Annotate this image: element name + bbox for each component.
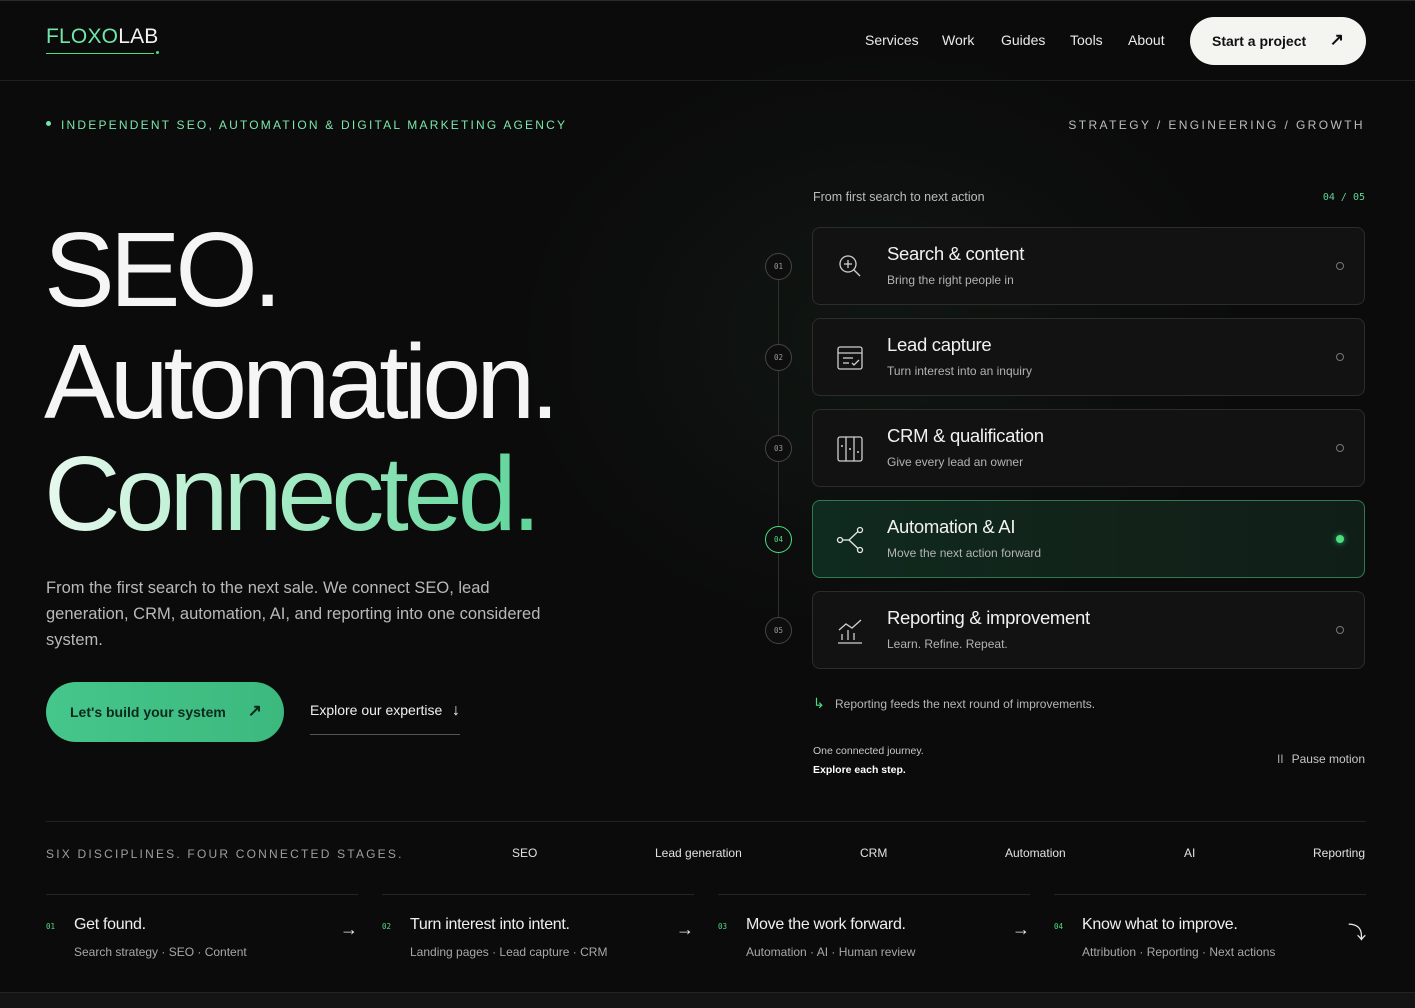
stage-number: 04 bbox=[1054, 922, 1064, 931]
loop-arrow-icon: ⤵ bbox=[1348, 923, 1366, 943]
step-card-automation-ai[interactable]: Automation & AI Move the next action for… bbox=[812, 500, 1365, 578]
journey-note: One connected journey. bbox=[813, 745, 924, 757]
arrow-up-right-icon: ↗ bbox=[1329, 30, 1344, 49]
branch-nodes-icon bbox=[836, 526, 864, 554]
nav-about[interactable]: About bbox=[1128, 32, 1165, 48]
status-dot bbox=[1336, 262, 1344, 270]
stage-title: Get found. bbox=[74, 916, 146, 933]
step-title: Reporting & improvement bbox=[887, 607, 1090, 628]
logo[interactable]: FLOXOLAB bbox=[46, 25, 159, 54]
step-card-crm[interactable]: CRM & qualification Give every lead an o… bbox=[812, 409, 1365, 487]
start-project-button[interactable]: Start a project ↗ bbox=[1190, 17, 1366, 65]
logo-part-a: FLOXO bbox=[46, 25, 119, 48]
arrow-up-right-icon: ↗ bbox=[247, 701, 262, 720]
stage-turn-interest[interactable]: 02 Turn interest into intent. Landing pa… bbox=[382, 894, 694, 964]
nav-tools[interactable]: Tools bbox=[1070, 32, 1103, 48]
step-title: Search & content bbox=[887, 243, 1025, 264]
hero-line-2: Automation. bbox=[44, 323, 560, 441]
stage-subtitle: Landing pages · Lead capture · CRM bbox=[410, 945, 608, 959]
stage-title: Know what to improve. bbox=[1082, 916, 1238, 933]
discipline-lead-generation[interactable]: Lead generation bbox=[655, 846, 742, 860]
site-header: FLOXOLAB Services Work Guides Tools Abou… bbox=[0, 1, 1415, 81]
step-title: Automation & AI bbox=[887, 516, 1016, 537]
nav-guides[interactable]: Guides bbox=[1001, 32, 1045, 48]
disciplines-title: SIX DISCIPLINES. FOUR CONNECTED STAGES. bbox=[46, 847, 404, 861]
status-dot bbox=[1336, 353, 1344, 361]
discipline-ai[interactable]: AI bbox=[1184, 846, 1195, 860]
discipline-seo[interactable]: SEO bbox=[512, 846, 537, 860]
stage-number: 02 bbox=[382, 922, 392, 931]
footer-edge bbox=[0, 992, 1415, 1008]
step-node-04[interactable]: 04 bbox=[765, 526, 792, 553]
form-check-icon bbox=[837, 346, 863, 370]
discipline-automation[interactable]: Automation bbox=[1005, 846, 1066, 860]
chart-trend-icon bbox=[838, 619, 862, 644]
explore-expertise-label: Explore our expertise bbox=[310, 702, 443, 718]
hero-line-3: Connected. bbox=[44, 435, 541, 553]
logo-underline bbox=[46, 53, 154, 54]
logo-part-b: LAB bbox=[118, 25, 159, 48]
stage-subtitle: Attribution · Reporting · Next actions bbox=[1082, 945, 1276, 959]
feedback-note: ↳ Reporting feeds the next round of impro… bbox=[813, 695, 1095, 712]
step-node-05[interactable]: 05 bbox=[765, 617, 792, 644]
step-title: Lead capture bbox=[887, 334, 992, 355]
feedback-text: Reporting feeds the next round of improv… bbox=[835, 697, 1096, 711]
nav-services[interactable]: Services bbox=[865, 32, 919, 48]
step-card-lead-capture[interactable]: Lead capture Turn interest into an inqui… bbox=[812, 318, 1365, 396]
section-divider bbox=[46, 821, 1366, 822]
step-node-02[interactable]: 02 bbox=[765, 344, 792, 371]
step-node-03[interactable]: 03 bbox=[765, 435, 792, 462]
search-plus-icon bbox=[839, 255, 861, 277]
arrow-right-icon: → bbox=[676, 919, 694, 939]
bullet-dot-icon bbox=[46, 121, 51, 127]
step-subtitle: Learn. Refine. Repeat. bbox=[887, 637, 1008, 651]
stage-title: Turn interest into intent. bbox=[410, 916, 570, 933]
step-card-reporting[interactable]: Reporting & improvement Learn. Refine. R… bbox=[812, 591, 1365, 669]
stage-get-found[interactable]: 01 Get found. Search strategy · SEO · Co… bbox=[46, 894, 358, 964]
status-dot-active bbox=[1336, 535, 1344, 543]
discipline-reporting[interactable]: Reporting bbox=[1313, 846, 1365, 860]
return-arrow-icon: ↳ bbox=[813, 695, 825, 711]
stage-move-work[interactable]: 03 Move the work forward. Automation · A… bbox=[718, 894, 1030, 964]
journey-explore-note: Explore each step. bbox=[813, 764, 906, 776]
eyebrow-text: INDEPENDENT SEO, AUTOMATION & DIGITAL MA… bbox=[61, 118, 568, 132]
status-dot bbox=[1336, 444, 1344, 452]
step-subtitle: Give every lead an owner bbox=[887, 455, 1024, 469]
nav-work[interactable]: Work bbox=[942, 32, 974, 48]
start-project-label: Start a project bbox=[1212, 33, 1307, 49]
step-subtitle: Bring the right people in bbox=[887, 273, 1014, 287]
stage-title: Move the work forward. bbox=[746, 916, 906, 933]
stage-number: 03 bbox=[718, 922, 728, 931]
arrow-right-icon: → bbox=[340, 919, 358, 939]
step-card-search-content[interactable]: Search & content Bring the right people … bbox=[812, 227, 1365, 305]
discipline-crm[interactable]: CRM bbox=[860, 846, 887, 860]
build-system-button[interactable]: Let's build your system ↗ bbox=[46, 682, 284, 742]
stage-number: 01 bbox=[46, 922, 56, 931]
arrow-right-icon: → bbox=[1012, 919, 1030, 939]
step-subtitle: Turn interest into an inquiry bbox=[887, 364, 1032, 378]
eyebrow-right: STRATEGY / ENGINEERING / GROWTH bbox=[1068, 118, 1365, 132]
build-system-label: Let's build your system bbox=[70, 704, 226, 720]
journey-title: From first search to next action bbox=[813, 190, 985, 204]
journey-counter: 04 / 05 bbox=[1322, 192, 1365, 203]
hero-line-1: SEO. bbox=[44, 211, 282, 329]
explore-expertise-link[interactable]: Explore our expertise ↓ bbox=[310, 702, 460, 735]
stage-know-improve[interactable]: 04 Know what to improve. Attribution · R… bbox=[1054, 894, 1366, 964]
pause-motion-button[interactable]: II Pause motion bbox=[1277, 752, 1365, 766]
page: FLOXOLAB Services Work Guides Tools Abou… bbox=[0, 0, 1415, 1008]
step-subtitle: Move the next action forward bbox=[887, 546, 1042, 560]
pause-icon: II bbox=[1276, 752, 1284, 766]
pause-label: Pause motion bbox=[1291, 752, 1365, 766]
hero-lead: From the first search to the next sale. … bbox=[46, 579, 541, 649]
step-title: CRM & qualification bbox=[887, 425, 1044, 446]
logo-dot bbox=[156, 51, 159, 54]
stage-subtitle: Search strategy · SEO · Content bbox=[74, 945, 247, 959]
status-dot bbox=[1336, 626, 1344, 634]
columns-icon bbox=[837, 436, 863, 462]
agency-eyebrow: INDEPENDENT SEO, AUTOMATION & DIGITAL MA… bbox=[46, 118, 567, 132]
stage-subtitle: Automation · AI · Human review bbox=[746, 945, 916, 959]
step-node-01[interactable]: 01 bbox=[765, 253, 792, 280]
arrow-down-icon: ↓ bbox=[452, 702, 460, 719]
